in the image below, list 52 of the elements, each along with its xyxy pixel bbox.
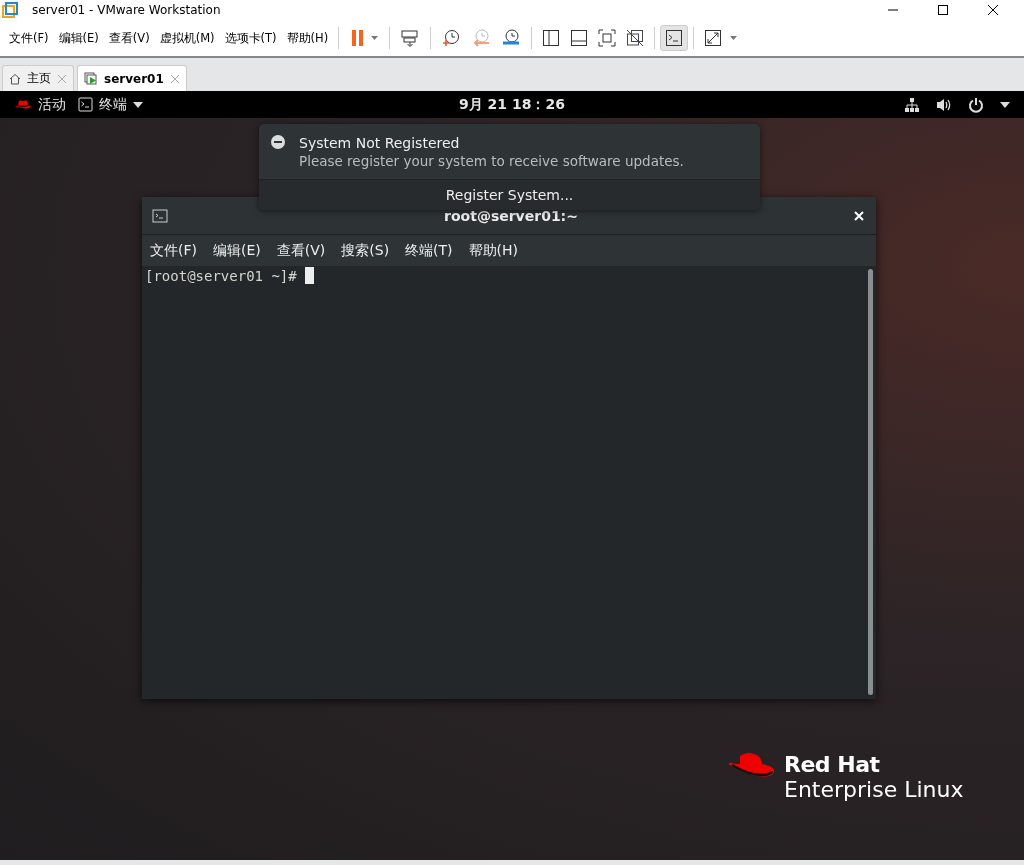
clock[interactable]: 9月 21 18：26 (459, 95, 565, 114)
clock-icon (441, 28, 462, 48)
network-icon[interactable] (904, 96, 920, 113)
register-button[interactable]: Register System... (259, 179, 760, 210)
logo-text: Red Hat (784, 752, 881, 778)
keyboard-icon (400, 28, 421, 48)
logo-text: Enterprise Linux (784, 777, 964, 803)
menu-item[interactable]: 终端(T) (405, 241, 453, 260)
tab[interactable]: 主页 (2, 65, 74, 91)
menu-item[interactable]: 帮助(H) (468, 241, 519, 260)
menu-item[interactable]: 查看(V) (276, 241, 326, 260)
pause-icon (349, 29, 380, 47)
tab[interactable]: server01 (77, 65, 187, 91)
menu-item[interactable]: 编辑(E) (53, 30, 104, 46)
scrollbar[interactable] (868, 269, 873, 695)
menu-item[interactable]: 虚拟机(M) (154, 30, 220, 46)
close-icon[interactable] (987, 4, 999, 16)
terminal-icon (665, 29, 684, 47)
menu-item[interactable]: 文件(F) (4, 30, 54, 46)
clock-icon (471, 28, 492, 48)
menu-item[interactable]: 搜索(S) (341, 241, 390, 260)
vm-icon (84, 71, 98, 86)
menu-item[interactable]: 编辑(E) (213, 241, 261, 260)
minus-circle-icon (271, 135, 285, 149)
console-view-button[interactable] (660, 25, 689, 51)
fullscreen-icon (598, 29, 617, 47)
clock-icon (501, 28, 522, 48)
panel-icon (570, 29, 589, 47)
window-off-icon (626, 29, 645, 47)
terminal-icon (152, 208, 168, 223)
app-menu[interactable]: 终端 (72, 95, 149, 114)
maximize-icon[interactable] (937, 4, 949, 16)
notification-title: System Not Registered (299, 135, 461, 151)
hat-icon (14, 99, 32, 110)
caret-icon[interactable] (1000, 101, 1010, 108)
text-cursor (305, 267, 315, 284)
menu-item[interactable]: 查看(V) (103, 30, 155, 46)
menu-item[interactable]: 帮助(H) (281, 30, 334, 46)
caret-icon (133, 101, 143, 108)
menu-item[interactable]: 选项卡(T) (219, 30, 282, 46)
sidebar-icon (542, 29, 561, 47)
power-icon[interactable] (968, 96, 984, 113)
terminal-icon (78, 97, 93, 112)
home-icon (9, 72, 21, 85)
terminal-title: root@server01:~ (443, 207, 579, 224)
shell-prompt: [root@server01 ~]# (145, 267, 298, 284)
volume-icon[interactable] (936, 96, 952, 113)
app-logo-icon (2, 2, 18, 18)
notification-message: Please register your system to receive software updates. (299, 153, 684, 169)
window-title: server01 - VMware Workstation (32, 3, 221, 17)
menu-item[interactable]: 文件(F) (150, 241, 197, 260)
activities-button[interactable]: 活动 (8, 95, 72, 114)
